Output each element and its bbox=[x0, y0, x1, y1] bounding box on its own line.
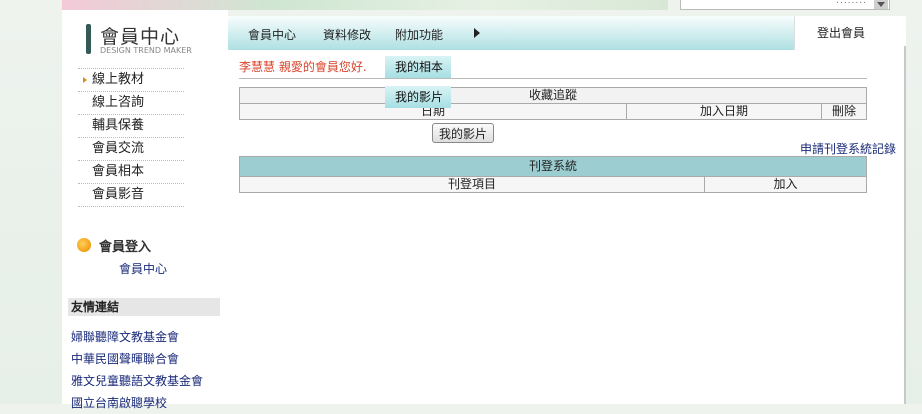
friend-link[interactable]: 中華民國聲暉聯合會 bbox=[71, 348, 203, 370]
main-panel: 會員中心 資料修改 附加功能 登出會員 李慧慧 親愛的會員您好. 收藏追蹤 日期… bbox=[228, 16, 906, 404]
member-center-link[interactable]: 會員中心 bbox=[119, 260, 167, 277]
table-title-row: 刊登系統 bbox=[239, 156, 867, 177]
sidebar-item-member-video[interactable]: 會員影音 bbox=[78, 184, 184, 207]
sidebar-item-label: 線上咨詢 bbox=[92, 95, 145, 110]
divider bbox=[239, 78, 867, 79]
column-header: 刊登項目 bbox=[239, 176, 705, 193]
member-login-label: 會員登入 bbox=[99, 240, 152, 255]
logo-subtitle: DESIGN TREND MAKER bbox=[100, 46, 192, 55]
select-value: ........ bbox=[836, 0, 867, 6]
arrow-right-icon bbox=[83, 77, 87, 83]
apply-publish-link[interactable]: 申請刊登系統記錄 bbox=[800, 140, 896, 157]
logo-title: 會員中心 bbox=[100, 26, 181, 48]
favorites-title: 收藏追蹤 bbox=[239, 87, 867, 104]
sidebar-item-online-consult[interactable]: 線上咨詢 bbox=[78, 92, 184, 115]
sidebar-item-device-care[interactable]: 輔具保養 bbox=[78, 115, 184, 138]
sidebar-nav: 線上教材 線上咨詢 輔具保養 會員交流 會員相本 會員影音 bbox=[78, 68, 184, 207]
favorites-table: 收藏追蹤 日期 加入日期 刪除 bbox=[239, 87, 867, 120]
dropdown-item-my-album[interactable]: 我的相本 bbox=[385, 56, 451, 78]
logo-bar bbox=[86, 24, 91, 54]
dropdown-item-my-video[interactable]: 我的影片 bbox=[385, 86, 451, 108]
friend-link[interactable]: 婦聯聽障文教基金會 bbox=[71, 326, 203, 348]
sidebar-item-member-exchange[interactable]: 會員交流 bbox=[78, 138, 184, 161]
column-header: 加入 bbox=[704, 176, 867, 193]
triangle-right-icon[interactable] bbox=[474, 28, 480, 38]
main-edge bbox=[904, 46, 906, 404]
tab-extra-functions[interactable]: 附加功能 bbox=[395, 26, 443, 43]
my-video-button[interactable]: 我的影片 bbox=[432, 123, 494, 143]
tab-bar: 會員中心 資料修改 附加功能 bbox=[228, 16, 794, 50]
friends-heading: 友情連結 bbox=[68, 298, 220, 316]
greeting-text: 李慧慧 親愛的會員您好. bbox=[239, 60, 367, 74]
sidebar-item-label: 會員影音 bbox=[92, 187, 145, 202]
sidebar-item-member-album[interactable]: 會員相本 bbox=[78, 161, 184, 184]
sidebar-item-label: 會員相本 bbox=[92, 164, 145, 179]
table-header-row: 日期 加入日期 刪除 bbox=[239, 103, 867, 120]
table-header-row: 刊登項目 加入 bbox=[239, 176, 867, 193]
table-title-row: 收藏追蹤 bbox=[239, 87, 867, 104]
sidebar-item-label: 會員交流 bbox=[92, 141, 145, 156]
chevron-down-icon[interactable] bbox=[874, 0, 888, 9]
top-banner bbox=[62, 0, 668, 10]
sidebar-item-label: 輔具保養 bbox=[92, 118, 145, 133]
tab-member-center[interactable]: 會員中心 bbox=[248, 26, 296, 43]
publish-table: 刊登系統 刊登項目 加入 bbox=[239, 156, 867, 193]
left-sidebar: 會員中心 DESIGN TREND MAKER 線上教材 線上咨詢 輔具保養 會… bbox=[62, 10, 228, 410]
logout-button[interactable]: 登出會員 bbox=[794, 16, 906, 50]
tab-edit-profile[interactable]: 資料修改 bbox=[323, 26, 371, 43]
friend-link[interactable]: 雅文兒童聽語文教基金會 bbox=[71, 370, 203, 392]
column-header: 加入日期 bbox=[626, 103, 822, 120]
orange-dot-icon bbox=[77, 238, 91, 252]
column-header: 刪除 bbox=[821, 103, 867, 120]
sidebar-item-online-materials[interactable]: 線上教材 bbox=[78, 68, 184, 92]
top-select[interactable]: ........ bbox=[680, 0, 890, 10]
friends-links: 婦聯聽障文教基金會 中華民國聲暉聯合會 雅文兒童聽語文教基金會 國立台南啟聰學校 bbox=[71, 326, 203, 414]
publish-title: 刊登系統 bbox=[239, 156, 867, 177]
sidebar-item-label: 線上教材 bbox=[92, 72, 145, 87]
friend-link[interactable]: 國立台南啟聰學校 bbox=[71, 392, 203, 414]
